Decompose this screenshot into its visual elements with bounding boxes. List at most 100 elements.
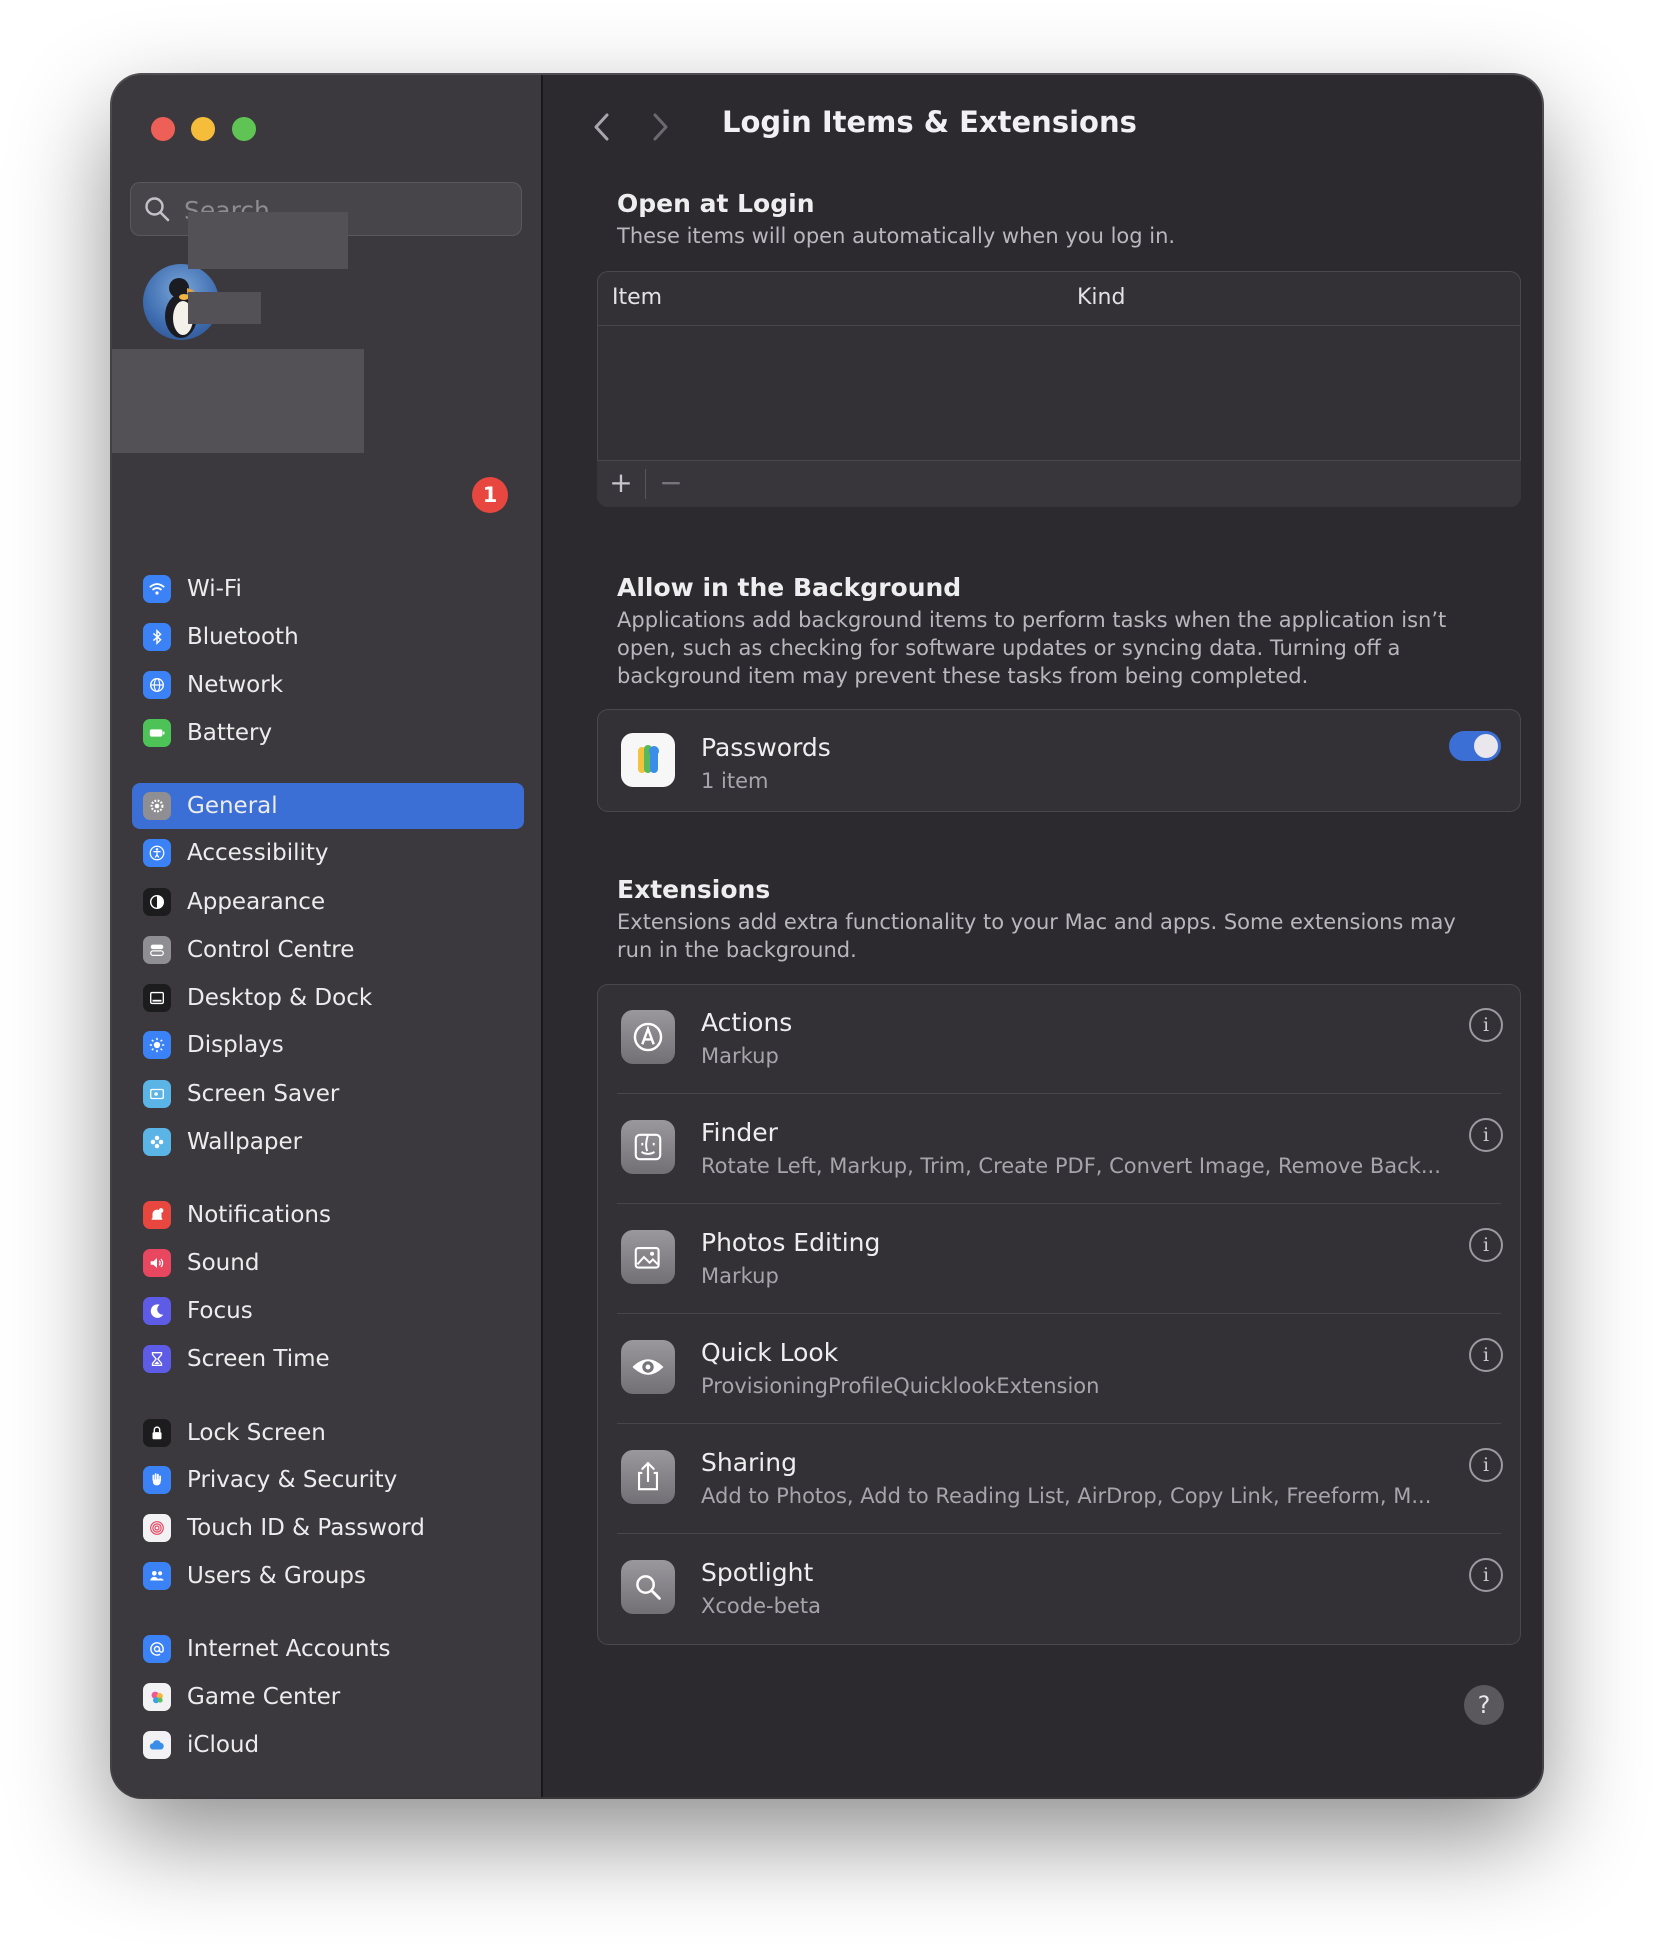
sidebar-item-label: Internet Accounts	[187, 1636, 391, 1662]
family-label-placeholder	[188, 292, 261, 324]
sidebar-item-label: Wallpaper	[187, 1129, 303, 1155]
sidebar-item-internet-accounts[interactable]: Internet Accounts	[132, 1626, 524, 1672]
sidebar-item-label: Network	[187, 672, 284, 698]
background-item-detail: 1 item	[701, 769, 769, 793]
sidebar-item-desktop-dock[interactable]: Desktop & Dock	[132, 975, 524, 1021]
sidebar-item-control-centre[interactable]: Control Centre	[132, 927, 524, 973]
actions-icon	[621, 1010, 675, 1064]
sidebar-item-label: Bluetooth	[187, 624, 299, 650]
extension-detail: ProvisioningProfileQuicklookExtension	[701, 1374, 1100, 1398]
sidebar-item-notifications[interactable]: Notifications	[132, 1192, 524, 1238]
passwords-background-toggle[interactable]	[1449, 731, 1501, 761]
info-button[interactable]: i	[1469, 1008, 1503, 1042]
share-icon	[621, 1450, 675, 1504]
zoom-window-button[interactable]	[232, 117, 256, 141]
sidebar-item-sound[interactable]: Sound	[132, 1240, 524, 1286]
main-content: Login Items & Extensions Open at Login T…	[543, 75, 1542, 1797]
minimize-window-button[interactable]	[191, 117, 215, 141]
sidebar-item-screen-saver[interactable]: Screen Saver	[132, 1071, 524, 1117]
appearance-icon	[143, 888, 171, 916]
sidebar-item-general[interactable]: General	[132, 783, 524, 829]
table-header-divider	[597, 325, 1521, 326]
sidebar-item-wi-fi[interactable]: Wi-Fi	[132, 566, 524, 612]
extension-detail: Markup	[701, 1264, 779, 1288]
sidebar-item-label: Desktop & Dock	[187, 985, 373, 1011]
info-button[interactable]: i	[1469, 1558, 1503, 1592]
sidebar-item-wallpaper[interactable]: Wallpaper	[132, 1119, 524, 1165]
extension-row-photos-editing[interactable]: Photos Editing Markup i	[597, 1204, 1521, 1314]
help-button[interactable]: ?	[1464, 1685, 1504, 1725]
forward-button[interactable]	[639, 107, 679, 147]
sidebar-item-game-center[interactable]: Game Center	[132, 1674, 524, 1720]
sidebar-item-label: Control Centre	[187, 937, 355, 963]
globe-icon	[143, 671, 171, 699]
info-button[interactable]: i	[1469, 1118, 1503, 1152]
bluetooth-icon	[143, 623, 171, 651]
sidebar-item-bluetooth[interactable]: Bluetooth	[132, 614, 524, 660]
info-button[interactable]: i	[1469, 1338, 1503, 1372]
sidebar-item-touch-id-password[interactable]: Touch ID & Password	[132, 1505, 524, 1551]
sidebar-item-battery[interactable]: Battery	[132, 710, 524, 756]
hand-icon	[143, 1466, 171, 1494]
flower-icon	[143, 1128, 171, 1156]
sidebar-item-users-groups[interactable]: Users & Groups	[132, 1553, 524, 1599]
extension-row-finder[interactable]: Finder Rotate Left, Markup, Trim, Create …	[597, 1094, 1521, 1204]
fingerprint-icon	[143, 1514, 171, 1542]
sidebar-item-accessibility[interactable]: Accessibility	[132, 830, 524, 876]
gear-icon	[143, 792, 171, 820]
accessibility-icon	[143, 839, 171, 867]
extension-row-spotlight[interactable]: Spotlight Xcode-beta i	[597, 1534, 1521, 1644]
photos-editing-icon	[621, 1230, 675, 1284]
extension-name: Quick Look	[701, 1338, 839, 1367]
bell-icon	[143, 1201, 171, 1229]
notification-badge: 1	[472, 477, 508, 513]
background-description: Applications add background items to per…	[617, 608, 1447, 688]
sun-icon	[143, 1031, 171, 1059]
extension-name: Finder	[701, 1118, 778, 1147]
sidebar-item-lock-screen[interactable]: Lock Screen	[132, 1410, 524, 1456]
sidebar-item-label: Lock Screen	[187, 1420, 326, 1446]
extensions-panel: Actions Markup i Finder Rotate Left, Markup,…	[597, 984, 1521, 1645]
extensions-description: Extensions add extra functionality to yo…	[617, 910, 1456, 962]
open-at-login-title: Open at Login	[617, 189, 815, 218]
extension-row-actions[interactable]: Actions Markup i	[597, 984, 1521, 1094]
extension-row-quick-look[interactable]: Quick Look ProvisioningProfileQuicklookEx…	[597, 1314, 1521, 1424]
remove-login-item-button[interactable]: −	[647, 461, 695, 507]
close-window-button[interactable]	[151, 117, 175, 141]
sidebar-item-displays[interactable]: Displays	[132, 1022, 524, 1068]
users-icon	[143, 1562, 171, 1590]
magnifier-icon	[621, 1560, 675, 1614]
background-item-row: Passwords 1 item	[597, 709, 1521, 812]
back-button[interactable]	[583, 107, 623, 147]
info-button[interactable]: i	[1469, 1228, 1503, 1262]
sidebar: 1 Wi-Fi Bluetooth Network Battery General Acc…	[112, 75, 543, 1797]
open-at-login-description: These items will open automatically when…	[617, 224, 1176, 248]
sidebar-item-label: Privacy & Security	[187, 1467, 398, 1493]
footer-divider	[645, 469, 646, 499]
sidebar-item-icloud[interactable]: iCloud	[132, 1722, 524, 1768]
control-centre-icon	[143, 936, 171, 964]
sidebar-item-screen-time[interactable]: Screen Time	[132, 1336, 524, 1382]
add-login-item-button[interactable]: +	[597, 461, 645, 507]
sidebar-item-label: Accessibility	[187, 840, 329, 866]
column-header-kind[interactable]: Kind	[1077, 271, 1125, 325]
sidebar-item-focus[interactable]: Focus	[132, 1288, 524, 1334]
column-header-item[interactable]: Item	[612, 271, 662, 325]
sidebar-item-label: Battery	[187, 720, 273, 746]
sidebar-item-network[interactable]: Network	[132, 662, 524, 708]
page-title: Login Items & Extensions	[722, 105, 1137, 139]
suggestion-placeholder[interactable]	[112, 349, 364, 453]
eye-icon	[621, 1340, 675, 1394]
wifi-icon	[143, 575, 171, 603]
settings-window: 1 Wi-Fi Bluetooth Network Battery General Acc…	[112, 75, 1542, 1797]
extension-row-sharing[interactable]: Sharing Add to Photos, Add to Reading Lis…	[597, 1424, 1521, 1534]
hourglass-icon	[143, 1345, 171, 1373]
sidebar-item-label: Notifications	[187, 1202, 331, 1228]
sidebar-item-appearance[interactable]: Appearance	[132, 879, 524, 925]
info-button[interactable]: i	[1469, 1448, 1503, 1482]
sidebar-item-privacy-security[interactable]: Privacy & Security	[132, 1457, 524, 1503]
table-footer: + −	[597, 460, 1521, 507]
game-center-icon	[143, 1683, 171, 1711]
extension-name: Photos Editing	[701, 1228, 881, 1257]
sidebar-item-label: Game Center	[187, 1684, 341, 1710]
